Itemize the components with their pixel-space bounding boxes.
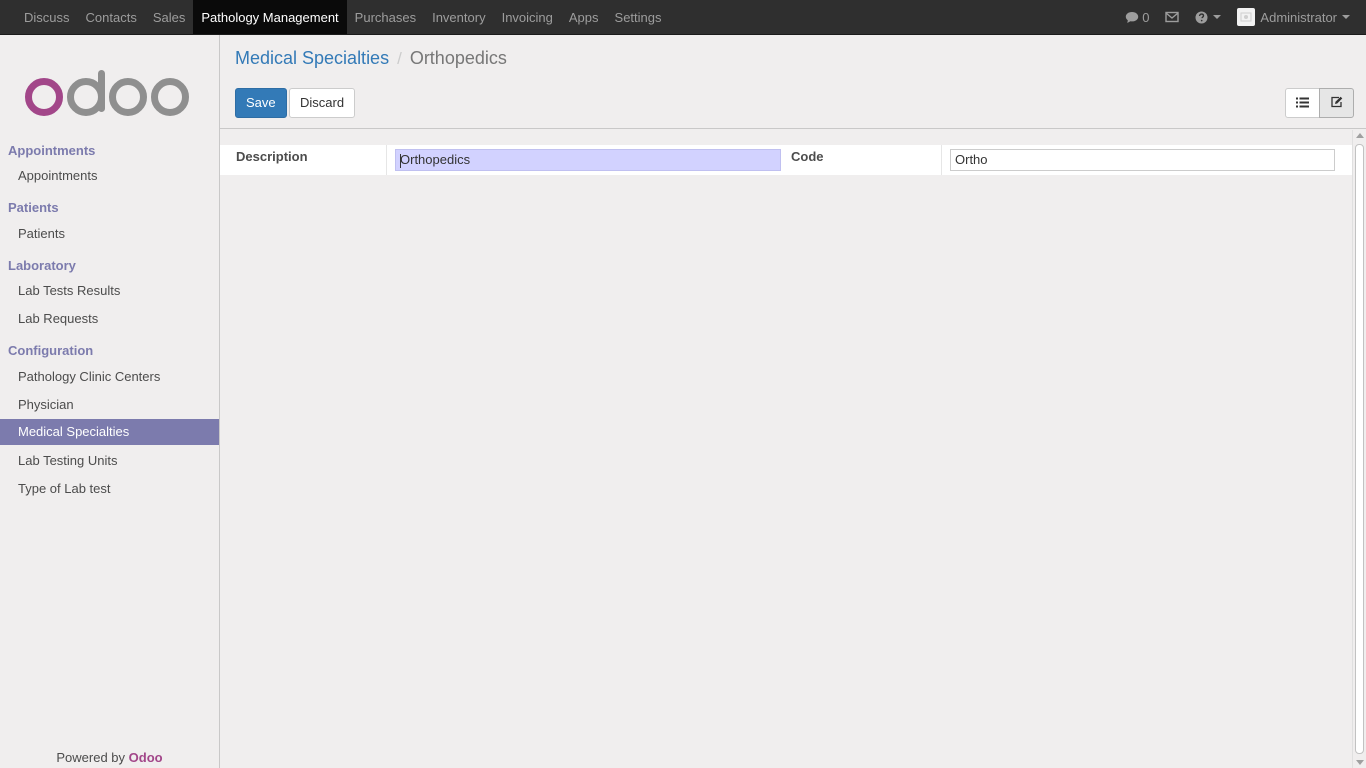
control-panel: Medical Specialties / Orthopedics Save D… bbox=[220, 35, 1366, 129]
chevron-down-icon bbox=[1213, 15, 1222, 19]
sidebar-section-patients: Patients bbox=[8, 200, 59, 215]
view-switcher bbox=[1285, 88, 1354, 118]
sidebar-item-patients[interactable]: Patients bbox=[0, 221, 219, 247]
main-menu: Discuss Contacts Sales Pathology Managem… bbox=[16, 0, 670, 34]
scroll-down-icon[interactable] bbox=[1356, 760, 1364, 765]
sidebar-item-lab-tests-results[interactable]: Lab Tests Results bbox=[0, 278, 219, 304]
sidebar-section-configuration: Configuration bbox=[8, 343, 94, 358]
menu-invoicing[interactable]: Invoicing bbox=[494, 0, 561, 34]
menu-purchases[interactable]: Purchases bbox=[347, 0, 424, 34]
sidebar: Appointments Appointments Patients Patie… bbox=[0, 35, 220, 768]
sidebar-item-physician[interactable]: Physician bbox=[0, 392, 219, 418]
systray: 0 Administrator bbox=[1117, 0, 1358, 34]
scroll-up-icon[interactable] bbox=[1356, 133, 1364, 138]
sidebar-item-pathology-clinic-centers[interactable]: Pathology Clinic Centers bbox=[0, 364, 219, 390]
menu-pathology-management[interactable]: Pathology Management bbox=[193, 0, 347, 34]
menu-contacts[interactable]: Contacts bbox=[78, 0, 145, 34]
top-navbar: Discuss Contacts Sales Pathology Managem… bbox=[0, 0, 1366, 35]
chevron-down-icon bbox=[1342, 15, 1350, 19]
powered-by: Powered by Odoo bbox=[0, 750, 219, 765]
sidebar-item-lab-testing-units[interactable]: Lab Testing Units bbox=[0, 448, 219, 474]
sidebar-section-appointments: Appointments bbox=[8, 143, 96, 158]
avatar bbox=[1237, 8, 1256, 26]
breadcrumb-current: Orthopedics bbox=[409, 48, 507, 68]
scrollbar-thumb[interactable] bbox=[1355, 144, 1364, 754]
menu-sales[interactable]: Sales bbox=[145, 0, 194, 34]
sidebar-item-type-of-lab-test[interactable]: Type of Lab test bbox=[0, 476, 219, 502]
chat-count: 0 bbox=[1142, 9, 1150, 25]
form-view: Description Orthopedics Code Ortho bbox=[220, 130, 1352, 768]
user-name: Administrator bbox=[1260, 9, 1337, 25]
form-view-button[interactable] bbox=[1319, 88, 1354, 118]
edit-icon bbox=[1330, 96, 1343, 111]
breadcrumb: Medical Specialties / Orthopedics bbox=[235, 48, 507, 69]
messages-button[interactable] bbox=[1165, 11, 1180, 23]
description-label: Description bbox=[236, 149, 308, 164]
scrollbar[interactable] bbox=[1352, 130, 1366, 768]
menu-inventory[interactable]: Inventory bbox=[424, 0, 493, 34]
envelope-icon bbox=[1165, 11, 1180, 23]
code-label: Code bbox=[791, 149, 824, 164]
menu-apps[interactable]: Apps bbox=[561, 0, 607, 34]
sidebar-item-lab-requests[interactable]: Lab Requests bbox=[0, 306, 219, 332]
comments-icon bbox=[1125, 11, 1139, 24]
powered-by-label: Powered by bbox=[56, 750, 126, 765]
question-circle-icon bbox=[1195, 11, 1208, 24]
odoo-logo[interactable] bbox=[24, 67, 194, 117]
sidebar-section-laboratory: Laboratory bbox=[8, 258, 76, 273]
list-view-button[interactable] bbox=[1285, 88, 1320, 118]
chat-button[interactable]: 0 bbox=[1125, 10, 1149, 25]
description-value: Orthopedics bbox=[400, 152, 471, 167]
sidebar-item-medical-specialties[interactable]: Medical Specialties bbox=[0, 419, 219, 445]
divider bbox=[386, 145, 387, 175]
help-menu[interactable] bbox=[1195, 11, 1222, 24]
form-row: Description Orthopedics Code Ortho bbox=[220, 145, 1352, 175]
discard-button[interactable]: Discard bbox=[289, 88, 356, 118]
save-button[interactable]: Save bbox=[235, 88, 287, 118]
sidebar-item-appointments[interactable]: Appointments bbox=[0, 163, 219, 189]
list-icon bbox=[1296, 96, 1309, 111]
user-menu[interactable]: Administrator bbox=[1237, 8, 1350, 26]
breadcrumb-medical-specialties[interactable]: Medical Specialties bbox=[235, 48, 389, 69]
menu-discuss[interactable]: Discuss bbox=[16, 0, 78, 34]
breadcrumb-separator: / bbox=[397, 48, 402, 68]
divider bbox=[941, 145, 942, 175]
description-field[interactable]: Orthopedics bbox=[395, 149, 781, 171]
odoo-link[interactable]: Odoo bbox=[129, 750, 163, 765]
menu-settings[interactable]: Settings bbox=[607, 0, 670, 34]
code-field[interactable]: Ortho bbox=[950, 149, 1335, 171]
code-value: Ortho bbox=[955, 152, 988, 167]
